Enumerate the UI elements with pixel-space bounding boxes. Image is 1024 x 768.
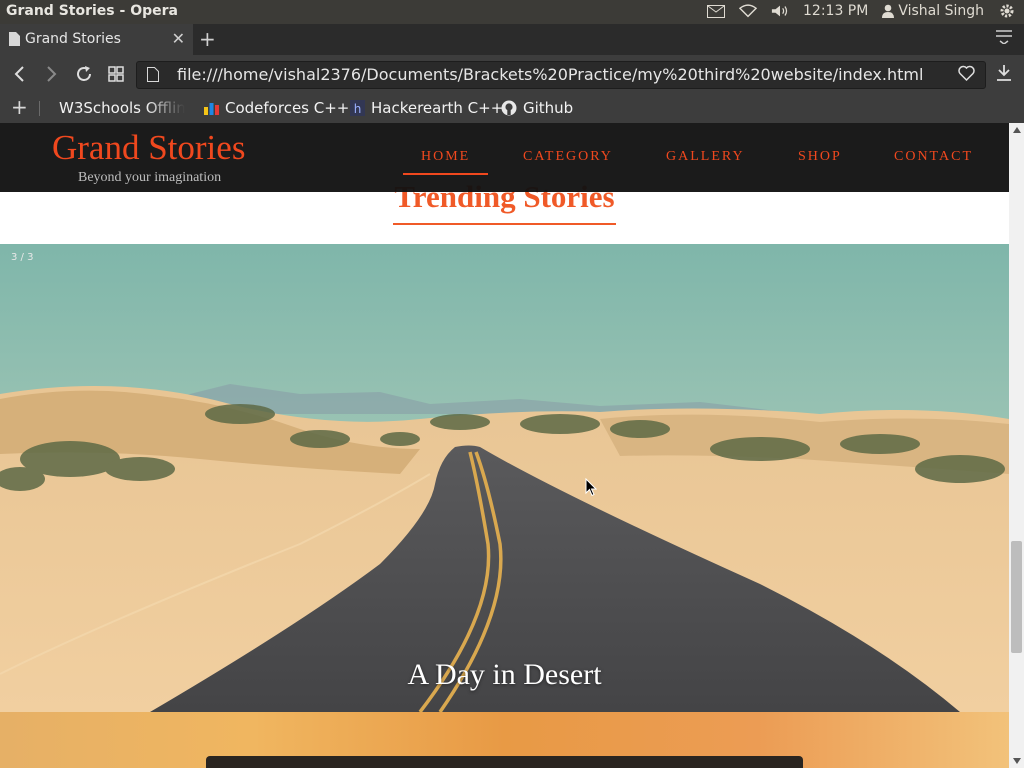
new-tab-icon[interactable]: + bbox=[199, 27, 216, 51]
bookmark-label: Codeforces C++ bbox=[225, 99, 350, 117]
speed-dial-icon[interactable] bbox=[105, 63, 127, 85]
tab-close-icon[interactable]: ✕ bbox=[172, 29, 185, 48]
system-tray: 12:13 PM Vishal Singh bbox=[707, 3, 1016, 19]
nav-contact[interactable]: CONTACT bbox=[894, 149, 973, 165]
nav-gallery[interactable]: GALLERY bbox=[666, 149, 745, 165]
mouse-cursor-icon bbox=[585, 478, 597, 497]
tab-strip: Grand Stories ✕ + bbox=[0, 24, 1024, 55]
next-section-banner bbox=[0, 712, 1009, 768]
bookmark-label: Github bbox=[523, 99, 574, 117]
clock[interactable]: 12:13 PM bbox=[803, 3, 868, 19]
address-bar[interactable]: file:///home/vishal2376/Documents/Bracke… bbox=[136, 61, 986, 89]
scrollbar-thumb[interactable] bbox=[1011, 541, 1022, 653]
mail-icon[interactable] bbox=[707, 3, 726, 19]
divider bbox=[39, 101, 40, 116]
download-icon[interactable] bbox=[996, 64, 1012, 82]
content-panel bbox=[206, 756, 803, 768]
user-icon bbox=[882, 4, 895, 18]
tab-grand-stories[interactable]: Grand Stories ✕ bbox=[0, 24, 193, 55]
site-header: Grand Stories Beyond your imagination HO… bbox=[0, 123, 1009, 192]
forward-icon[interactable] bbox=[40, 63, 62, 85]
reload-icon[interactable] bbox=[73, 63, 95, 85]
nav-home[interactable]: HOME bbox=[421, 149, 470, 165]
hackerearth-icon: h bbox=[350, 100, 365, 116]
story-slide[interactable]: 3 / 3 A Day in Desert bbox=[0, 244, 1009, 712]
bookmarks-bar: + w3 W3Schools Offline Codeforces C++ h … bbox=[0, 93, 1024, 123]
bookmark-heart-icon[interactable] bbox=[958, 65, 975, 81]
bookmark-label: W3Schools Offline bbox=[59, 99, 185, 117]
site-tagline: Beyond your imagination bbox=[78, 170, 222, 185]
volume-icon[interactable] bbox=[771, 3, 789, 19]
active-nav-indicator bbox=[403, 173, 488, 175]
back-icon[interactable] bbox=[9, 63, 31, 85]
bookmark-github[interactable]: Github bbox=[501, 99, 573, 117]
scroll-down-arrow-icon[interactable] bbox=[1013, 758, 1021, 764]
settings-gear-icon[interactable] bbox=[998, 3, 1016, 19]
desert-road-image bbox=[0, 244, 1009, 712]
slide-caption: A Day in Desert bbox=[407, 658, 602, 691]
navigation-toolbar: file:///home/vishal2376/Documents/Bracke… bbox=[0, 55, 1024, 93]
window-title: Grand Stories - Opera bbox=[6, 3, 178, 19]
nav-category[interactable]: CATEGORY bbox=[523, 149, 613, 165]
tab-title: Grand Stories bbox=[25, 31, 121, 47]
scroll-up-arrow-icon[interactable] bbox=[1013, 127, 1021, 133]
bookmark-codeforces[interactable]: Codeforces C++ bbox=[204, 99, 349, 117]
bookmark-w3schools[interactable]: w3 W3Schools Offline bbox=[53, 99, 185, 117]
site-brand[interactable]: Grand Stories bbox=[52, 128, 245, 168]
heading-underline bbox=[393, 223, 616, 225]
os-top-panel: Grand Stories - Opera 12:13 PM Vishal Si… bbox=[0, 0, 1024, 24]
nav-shop[interactable]: SHOP bbox=[798, 149, 842, 165]
codeforces-icon bbox=[204, 103, 219, 115]
add-bookmark-icon[interactable]: + bbox=[11, 95, 28, 119]
bookmark-hackerearth[interactable]: h Hackerearth C++ bbox=[350, 99, 503, 117]
slide-counter: 3 / 3 bbox=[11, 252, 34, 263]
svg-text:h: h bbox=[354, 102, 362, 116]
bookmark-label: Hackerearth C++ bbox=[371, 99, 504, 117]
document-icon bbox=[147, 67, 159, 82]
url-text: file:///home/vishal2376/Documents/Bracke… bbox=[177, 65, 924, 84]
user-name: Vishal Singh bbox=[898, 3, 984, 19]
tab-menu-icon[interactable] bbox=[996, 30, 1012, 44]
github-icon bbox=[501, 100, 517, 116]
user-menu[interactable]: Vishal Singh bbox=[882, 3, 984, 19]
page-viewport: Trending Stories 3 / 3 A Day in Desert G… bbox=[0, 123, 1009, 768]
page-scrollbar[interactable] bbox=[1009, 123, 1024, 768]
wifi-icon[interactable] bbox=[739, 3, 758, 19]
page-icon bbox=[9, 32, 20, 46]
